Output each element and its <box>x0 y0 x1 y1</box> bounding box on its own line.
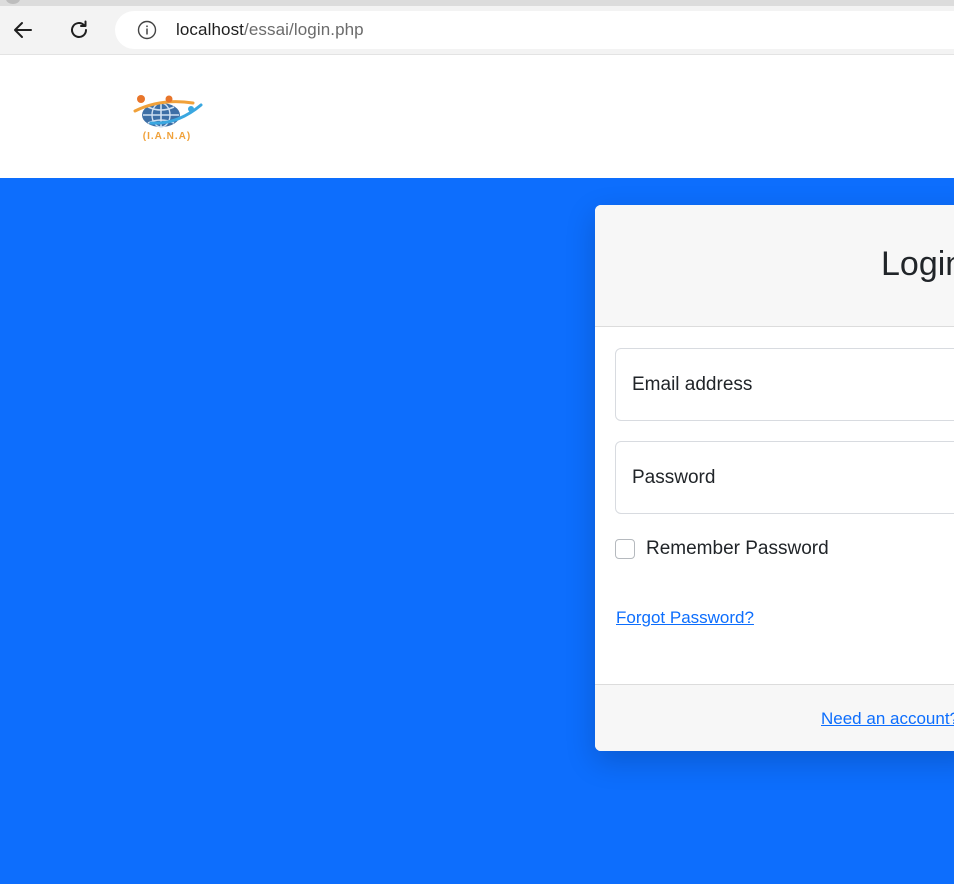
remember-password-checkbox[interactable] <box>615 539 635 559</box>
email-field-label: Email address <box>632 374 753 395</box>
remember-password-option[interactable]: Remember Password <box>615 538 829 560</box>
browser-toolbar: localhost/essai/login.php <box>0 0 954 55</box>
url-host: localhost <box>176 20 244 39</box>
tab-strip-edge <box>0 0 954 6</box>
logo-text: (I.A.N.A) <box>142 131 192 142</box>
reload-icon <box>71 20 87 38</box>
arrow-left-icon <box>14 22 32 38</box>
password-field[interactable]: Password <box>615 441 954 514</box>
page-title: Login <box>881 245 954 283</box>
iana-logo[interactable]: (I.A.N.A) <box>131 93 203 145</box>
globe-logo-icon <box>133 95 203 128</box>
forgot-password-link[interactable]: Forgot Password? <box>616 608 754 628</box>
password-field-label: Password <box>632 467 716 488</box>
login-card-header: Login <box>595 205 954 327</box>
url-text[interactable]: localhost/essai/login.php <box>176 20 364 40</box>
login-card: Login Email address Password Remember Pa… <box>595 205 954 751</box>
site-info-icon[interactable] <box>137 20 157 40</box>
back-button[interactable] <box>9 16 37 44</box>
remember-password-label[interactable]: Remember Password <box>646 538 829 560</box>
url-path: /essai/login.php <box>244 20 364 39</box>
tab-indicator <box>6 0 20 4</box>
address-bar[interactable]: localhost/essai/login.php <box>115 11 954 49</box>
reload-button[interactable] <box>65 16 93 44</box>
login-card-footer: Need an account? Sign up! <box>595 684 954 751</box>
signup-link[interactable]: Need an account? Sign up! <box>821 709 954 729</box>
site-header: (I.A.N.A) <box>0 56 954 178</box>
email-field[interactable]: Email address <box>615 348 954 421</box>
